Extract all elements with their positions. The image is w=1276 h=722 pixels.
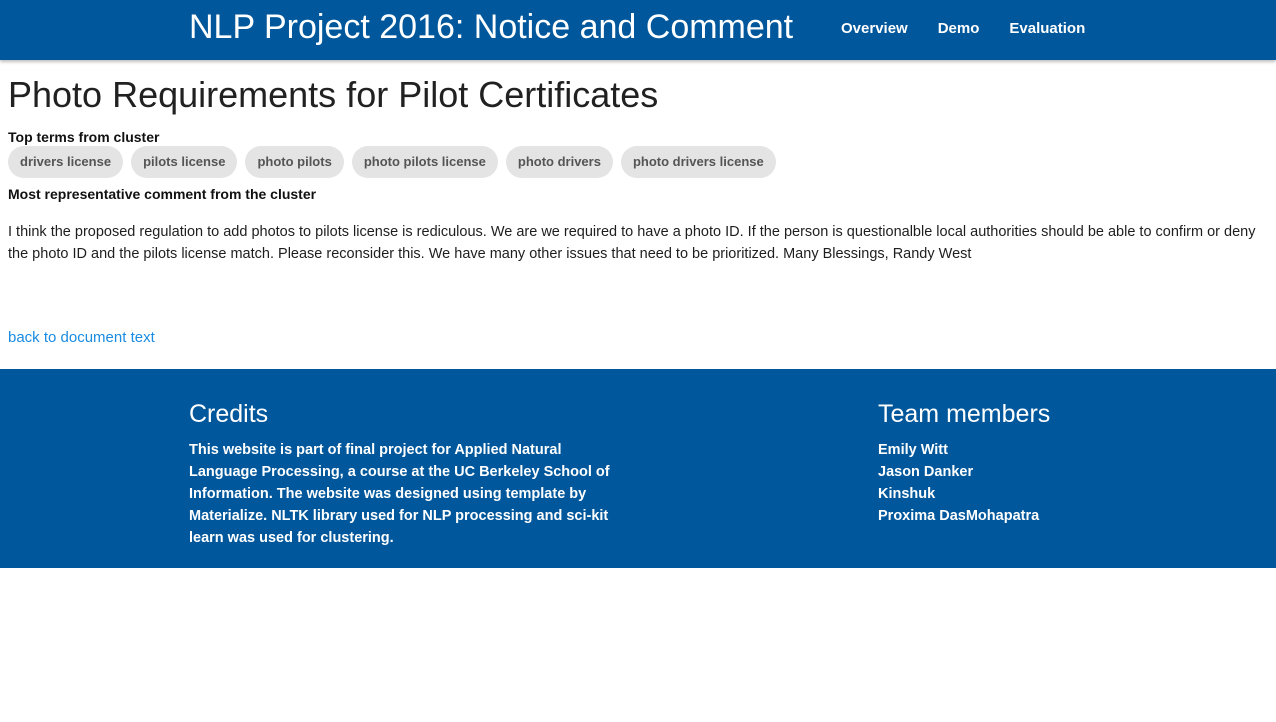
term-chip[interactable]: photo drivers xyxy=(505,146,613,178)
term-chip[interactable]: photo pilots license xyxy=(351,146,498,178)
term-chip[interactable]: photo drivers license xyxy=(620,146,776,178)
team-heading: Team members xyxy=(878,400,1051,428)
top-navbar: NLP Project 2016: Notice and Comment Ove… xyxy=(0,0,1276,60)
term-chip[interactable]: photo pilots xyxy=(245,146,344,178)
term-chips: drivers license pilots license photo pil… xyxy=(8,146,1268,178)
back-to-document-link[interactable]: back to document text xyxy=(8,329,155,346)
page-footer: Credits This website is part of final pr… xyxy=(0,369,1276,568)
term-chip[interactable]: drivers license xyxy=(8,146,124,178)
team-member: Proxima DasMohapatra xyxy=(878,508,1040,524)
nav-demo[interactable]: Demo xyxy=(923,20,995,37)
term-chip[interactable]: pilots license xyxy=(131,146,238,178)
main-content: Photo Requirements for Pilot Certificate… xyxy=(8,60,1268,280)
brand-title[interactable]: NLP Project 2016: Notice and Comment xyxy=(189,7,793,47)
team-member: Kinshuk xyxy=(878,486,936,502)
nav-evaluation[interactable]: Evaluation xyxy=(994,20,1100,37)
team-member: Jason Danker xyxy=(878,464,974,480)
team-member: Emily Witt xyxy=(878,442,948,458)
credits-text: This website is part of final project fo… xyxy=(189,442,610,546)
representative-comment-label: Most representative comment from the clu… xyxy=(8,186,317,202)
nav-links: Overview Demo Evaluation xyxy=(826,0,1100,56)
team-list: Emily Witt Jason Danker Kinshuk Proxima … xyxy=(878,439,1178,527)
representative-comment: I think the proposed regulation to add p… xyxy=(8,224,1256,262)
team-section: Team members Emily Witt Jason Danker Kin… xyxy=(878,399,1178,527)
credits-section: Credits This website is part of final pr… xyxy=(189,399,629,549)
credits-heading: Credits xyxy=(189,400,269,428)
page-title: Photo Requirements for Pilot Certificate… xyxy=(8,74,659,115)
nav-overview[interactable]: Overview xyxy=(826,20,923,37)
top-terms-label: Top terms from cluster xyxy=(8,129,160,145)
